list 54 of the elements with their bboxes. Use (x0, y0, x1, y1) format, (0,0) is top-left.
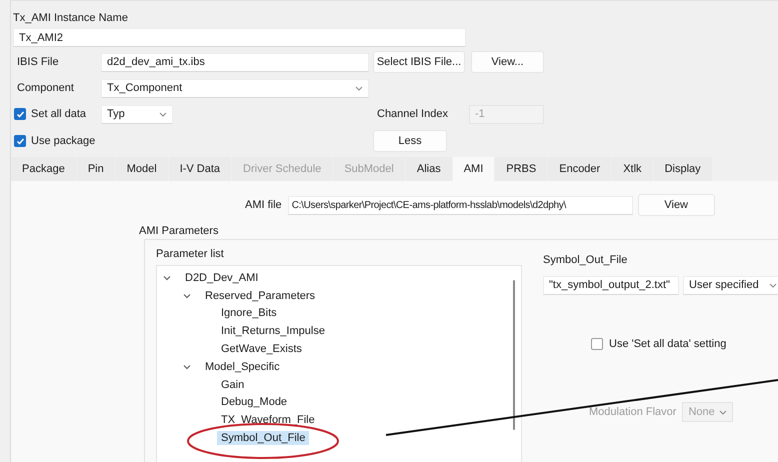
chevron-icon (769, 282, 777, 288)
ibis-file-field[interactable]: d2d_dev_ami_tx.ibs (101, 52, 369, 72)
field-label: Tx_AMI Instance Name (13, 11, 128, 25)
chevron-icon (159, 112, 167, 116)
less-button[interactable]: Less (373, 130, 447, 152)
tab[interactable]: Encoder (548, 157, 612, 181)
expand-caret-icon[interactable] (163, 274, 171, 282)
field-label: Modulation Flavor (589, 405, 676, 419)
tab[interactable]: PRBS (495, 157, 548, 181)
field-label: Parameter list (156, 248, 224, 260)
tree-item[interactable]: GetWave_Exists (217, 342, 306, 356)
component-dropdown[interactable]: Tx_Component (101, 78, 369, 98)
checkbox[interactable] (14, 135, 26, 147)
tab[interactable]: I-V Data (168, 157, 232, 181)
tree-item[interactable]: Gain (217, 378, 248, 392)
corner-dropdown[interactable]: Typ (101, 104, 173, 124)
scrollbar[interactable] (513, 280, 515, 430)
tab[interactable]: Alias (406, 157, 452, 181)
view-button[interactable]: View (638, 194, 715, 216)
tree-item[interactable]: D2D_Dev_AMI (181, 270, 262, 285)
field-label: IBIS File (17, 55, 59, 69)
instance-name-field[interactable]: Tx_AMI2 (13, 28, 466, 47)
expand-caret-icon[interactable] (183, 292, 191, 300)
field-label: Component (17, 81, 74, 95)
tree-item[interactable]: Init_Returns_Impulse (217, 324, 329, 338)
view-button[interactable]: View... (471, 51, 544, 73)
field-label: AMI file (245, 198, 282, 212)
tab[interactable]: Package (11, 157, 76, 181)
tree-item[interactable]: TX_Waveform_File (217, 413, 319, 428)
parameter-value-field[interactable]: "tx_symbol_output_2.txt" (543, 276, 679, 294)
tree-item[interactable]: Model_Specific (201, 360, 284, 374)
checkbox[interactable] (14, 108, 26, 120)
tab[interactable]: Xtlk (612, 157, 653, 181)
tab[interactable]: Model (116, 157, 168, 181)
chevron-icon (355, 86, 363, 90)
select-ibis-file-button[interactable]: Select IBIS File... (373, 51, 465, 73)
tab[interactable]: Pin (76, 157, 115, 181)
checkbox-label: Use package (31, 134, 96, 148)
tab[interactable]: AMI (452, 157, 494, 181)
checkbox-label: Set all data (31, 107, 86, 121)
tree-item[interactable]: Reserved_Parameters (201, 288, 320, 303)
expand-caret-icon[interactable] (183, 362, 191, 371)
field-label: Channel Index (377, 107, 449, 121)
group-title: AMI Parameters (139, 225, 218, 237)
checkbox-label: Use 'Set all data' setting (609, 337, 726, 351)
checkbox[interactable] (591, 338, 603, 350)
tree-item[interactable]: Ignore_Bits (217, 306, 281, 320)
mode-dropdown[interactable]: User specified (683, 276, 778, 294)
chevron-icon (719, 410, 728, 414)
tree-item[interactable]: Debug_Mode (217, 395, 292, 410)
parameter-title: Symbol_Out_File (543, 253, 628, 267)
tree-item[interactable]: Symbol_Out_File (217, 431, 310, 446)
ami-file-field[interactable]: C:\Users\sparker\Project\CE-ams-platform-hsslab\models\d2dphy\ (288, 196, 633, 214)
tab[interactable]: Display (654, 157, 712, 181)
